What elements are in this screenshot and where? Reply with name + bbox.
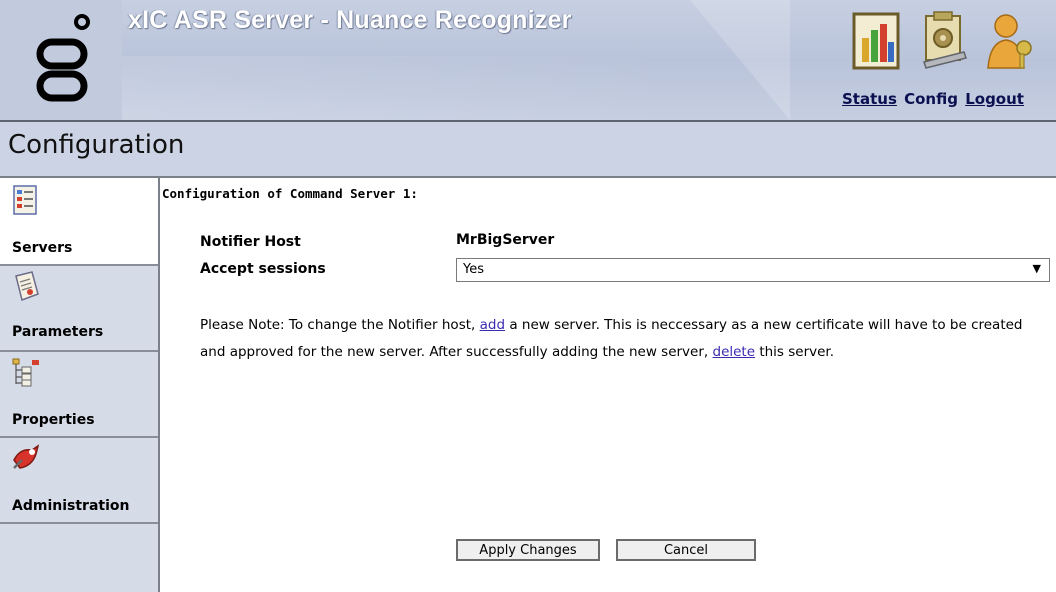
section-heading: Configuration of Command Server 1: xyxy=(162,186,418,201)
sidebar-item-servers[interactable]: Servers xyxy=(0,178,158,266)
config-clipboard-icon[interactable] xyxy=(916,8,972,72)
sidebar-item-administration[interactable]: Administration xyxy=(0,436,158,524)
app-header: xIC ASR Server - Nuance Recognizer Statu… xyxy=(0,0,1056,122)
servers-checklist-icon xyxy=(13,185,37,215)
add-server-link[interactable]: add xyxy=(480,317,505,333)
administration-tools-icon xyxy=(13,444,40,469)
dropdown-arrow-icon: ▼ xyxy=(1032,262,1041,275)
page-title-bar: Configuration xyxy=(0,122,1056,178)
brand-logo-icon xyxy=(36,14,90,102)
note-text-3: this server. xyxy=(755,344,835,360)
parameters-document-icon xyxy=(15,271,39,301)
sidebar-item-properties[interactable]: Properties xyxy=(0,350,158,438)
properties-tree-icon xyxy=(12,358,39,387)
sidebar-label-properties: Properties xyxy=(12,412,95,428)
sidebar-label-servers: Servers xyxy=(12,240,73,256)
header-decoration xyxy=(690,0,790,120)
delete-server-link[interactable]: delete xyxy=(713,344,756,360)
status-chart-icon[interactable] xyxy=(848,8,904,72)
sidebar-label-parameters: Parameters xyxy=(12,324,104,340)
accept-sessions-selected-value: Yes xyxy=(463,262,484,277)
notifier-host-label: Notifier Host xyxy=(200,234,301,250)
accept-sessions-label: Accept sessions xyxy=(200,261,326,277)
logout-user-key-icon[interactable] xyxy=(982,8,1038,72)
notifier-host-value: MrBigServer xyxy=(456,232,555,248)
app-title: xIC ASR Server - Nuance Recognizer xyxy=(128,6,572,34)
top-nav-links: Status Config Logout xyxy=(842,90,1026,108)
notifier-note: Please Note: To change the Notifier host… xyxy=(200,312,1050,366)
accept-sessions-select[interactable]: Yes ▼ xyxy=(456,258,1050,282)
page-title: Configuration xyxy=(8,130,185,160)
status-link[interactable]: Status xyxy=(842,90,897,108)
sidebar-item-parameters[interactable]: Parameters xyxy=(0,264,158,352)
main-content: Configuration of Command Server 1: Notif… xyxy=(160,178,1056,592)
logout-link[interactable]: Logout xyxy=(965,90,1024,108)
logo-area xyxy=(0,0,122,120)
cancel-button[interactable]: Cancel xyxy=(616,539,756,561)
sidebar-label-administration: Administration xyxy=(12,498,130,514)
note-text-1: Please Note: To change the Notifier host… xyxy=(200,317,480,333)
sidebar: Servers Parameters Properties Administra… xyxy=(0,178,160,592)
header-band xyxy=(122,56,682,120)
apply-changes-button[interactable]: Apply Changes xyxy=(456,539,600,561)
config-link[interactable]: Config xyxy=(904,90,958,108)
